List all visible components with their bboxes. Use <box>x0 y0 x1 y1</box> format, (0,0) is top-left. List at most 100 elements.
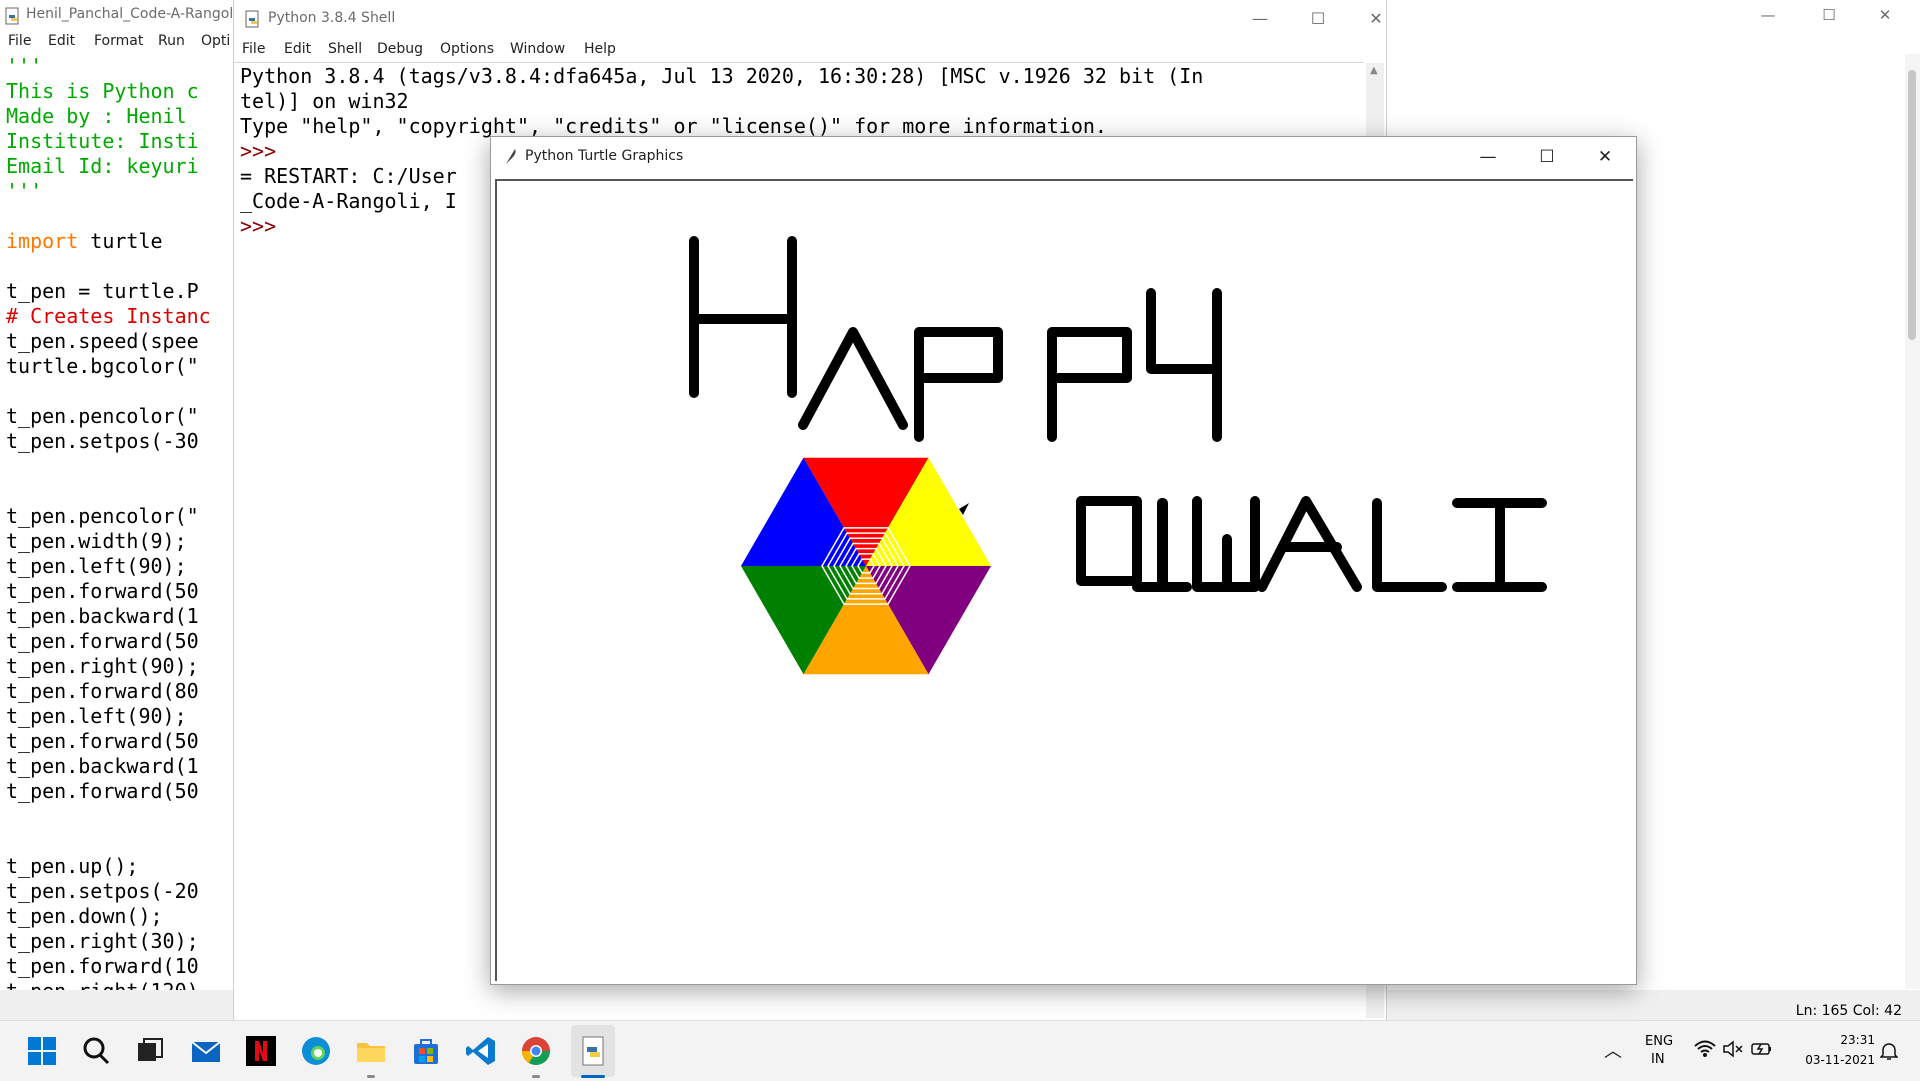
wifi-icon[interactable] <box>1694 1039 1716 1063</box>
menu-debug[interactable]: Debug <box>377 41 423 57</box>
code-line: t_pen.forward(50 <box>6 629 199 653</box>
menu-shell[interactable]: Shell <box>328 41 362 57</box>
code-line: t_pen.right(120) <box>6 979 234 990</box>
editor-title: Henil_Panchal_Code-A-Rangoli... <box>26 6 251 22</box>
battery-icon[interactable] <box>1751 1040 1773 1062</box>
diwali-lettering <box>1076 496 1547 592</box>
code-line: t_pen.setpos(-20 <box>6 879 199 903</box>
menu-file[interactable]: File <box>8 33 31 49</box>
code-line: t_pen.backward(1 <box>6 754 199 778</box>
code-line: t_pen = turtle.P <box>6 279 199 303</box>
menu-format[interactable]: Format <box>94 33 143 49</box>
code-line: t_pen.forward(50 <box>6 579 199 603</box>
python-file-icon <box>4 7 22 25</box>
turtle-window: Python Turtle Graphics — ☐ ✕ HAPPY DIWAL… <box>490 136 1637 985</box>
code-line: t_pen.forward(10 <box>6 954 199 978</box>
code-line: t_pen.up(); <box>6 854 139 878</box>
windows-start-icon[interactable] <box>26 1035 58 1067</box>
chevron-up-icon[interactable]: ︿ <box>1604 1037 1622 1063</box>
code-line: t_pen.right(90); <box>6 654 199 678</box>
python-shell-icon <box>244 10 262 28</box>
menu-window[interactable]: Window <box>510 41 565 57</box>
task-view-icon[interactable] <box>134 1035 166 1067</box>
close-icon[interactable]: ✕ <box>1353 4 1399 34</box>
turtle-canvas[interactable]: HAPPY DIWALI <box>495 179 1633 981</box>
code-line: ''' <box>6 54 43 78</box>
language-region[interactable]: IN <box>1651 1052 1665 1067</box>
maximize-icon[interactable]: ☐ <box>1295 4 1341 34</box>
menu-help[interactable]: Help <box>584 41 616 57</box>
code-line: t_pen.pencolor(" <box>6 404 199 428</box>
notification-icon[interactable] <box>1879 1041 1899 1065</box>
code-line: t_pen.left(90); <box>6 554 187 578</box>
code-editor[interactable]: ''' This is Python c Made by : Henil Insti… <box>6 54 234 990</box>
mail-icon[interactable] <box>190 1035 222 1067</box>
turtle-titlebar[interactable]: Python Turtle Graphics — ☐ ✕ <box>491 137 1636 177</box>
editor-scrollbar[interactable] <box>1905 54 1920 989</box>
menu-run[interactable]: Run <box>158 33 185 49</box>
code-line: ''' <box>6 179 43 203</box>
speaker-muted-icon[interactable] <box>1722 1039 1744 1063</box>
active-indicator <box>581 1075 605 1078</box>
feather-icon <box>503 147 519 165</box>
code-line: t_pen.forward(50 <box>6 729 199 753</box>
search-icon[interactable] <box>80 1035 112 1067</box>
menu-edit[interactable]: Edit <box>48 33 75 49</box>
cursor-position: Ln: 165 Col: 42 <box>1795 1003 1902 1019</box>
minimize-icon[interactable]: — <box>1745 0 1791 32</box>
shell-menubar: File Edit Shell Debug Options Window Hel… <box>234 40 1386 62</box>
code-line: t_pen.forward(80 <box>6 679 199 703</box>
maximize-icon[interactable]: ☐ <box>1518 142 1576 172</box>
code-line: # Creates Instanc <box>6 304 211 328</box>
menu-edit[interactable]: Edit <box>284 41 311 57</box>
happy-lettering <box>689 236 1222 442</box>
close-icon[interactable]: ✕ <box>1576 142 1634 172</box>
turtle-drawing <box>689 236 1547 675</box>
vs-code-icon[interactable] <box>465 1035 497 1067</box>
minimize-icon[interactable]: — <box>1459 142 1517 172</box>
microsoft-store-icon[interactable] <box>410 1035 442 1067</box>
language-indicator[interactable]: ENG <box>1645 1034 1673 1049</box>
close-icon[interactable]: ✕ <box>1862 0 1908 32</box>
code-line: This is Python c <box>6 79 199 103</box>
code-line: Made by : Henil <box>6 104 199 128</box>
file-explorer-icon[interactable] <box>355 1035 387 1067</box>
running-indicator <box>367 1075 375 1078</box>
minimize-icon[interactable]: — <box>1237 4 1283 34</box>
code-line: t_pen.forward(50 <box>6 779 199 803</box>
shell-titlebar[interactable]: Python 3.8.4 Shell — ☐ ✕ <box>234 0 1386 38</box>
scroll-up-icon[interactable]: ▲ <box>1370 65 1378 76</box>
menu-separator <box>234 62 1364 63</box>
menu-options[interactable]: Opti <box>201 33 230 49</box>
code-line: turtle.bgcolor(" <box>6 354 199 378</box>
maximize-icon[interactable]: ☐ <box>1806 0 1852 32</box>
clock-time[interactable]: 23:31 <box>1800 1033 1875 1047</box>
code-line: t_pen.speed(spee <box>6 329 199 353</box>
rangoli-hexagon <box>741 457 991 675</box>
code-line: t_pen.down(); <box>6 904 163 928</box>
scrollbar-thumb[interactable] <box>1908 70 1916 340</box>
clock-date[interactable]: 03-11-2021 <box>1780 1053 1875 1067</box>
code-line: t_pen.setpos(-30 <box>6 429 199 453</box>
menu-options[interactable]: Options <box>440 41 494 57</box>
shell-title: Python 3.8.4 Shell <box>268 10 396 26</box>
code-line: Institute: Insti <box>6 129 199 153</box>
python-idle-icon[interactable] <box>577 1035 609 1067</box>
editor-menubar: File Edit Format Run Opti <box>0 32 240 54</box>
code-line: t_pen.backward(1 <box>6 604 199 628</box>
code-line: t_pen.left(90); <box>6 704 187 728</box>
netflix-icon[interactable] <box>245 1035 277 1067</box>
code-line: t_pen.pencolor(" <box>6 504 199 528</box>
code-line: import turtle <box>6 229 163 253</box>
chrome-icon[interactable] <box>520 1035 552 1067</box>
edge-icon[interactable] <box>300 1035 332 1067</box>
running-indicator <box>532 1075 540 1078</box>
code-line: t_pen.right(30); <box>6 929 199 953</box>
menu-file[interactable]: File <box>242 41 265 57</box>
code-line: t_pen.width(9); <box>6 529 187 553</box>
code-line: Email Id: keyuri <box>6 154 199 178</box>
